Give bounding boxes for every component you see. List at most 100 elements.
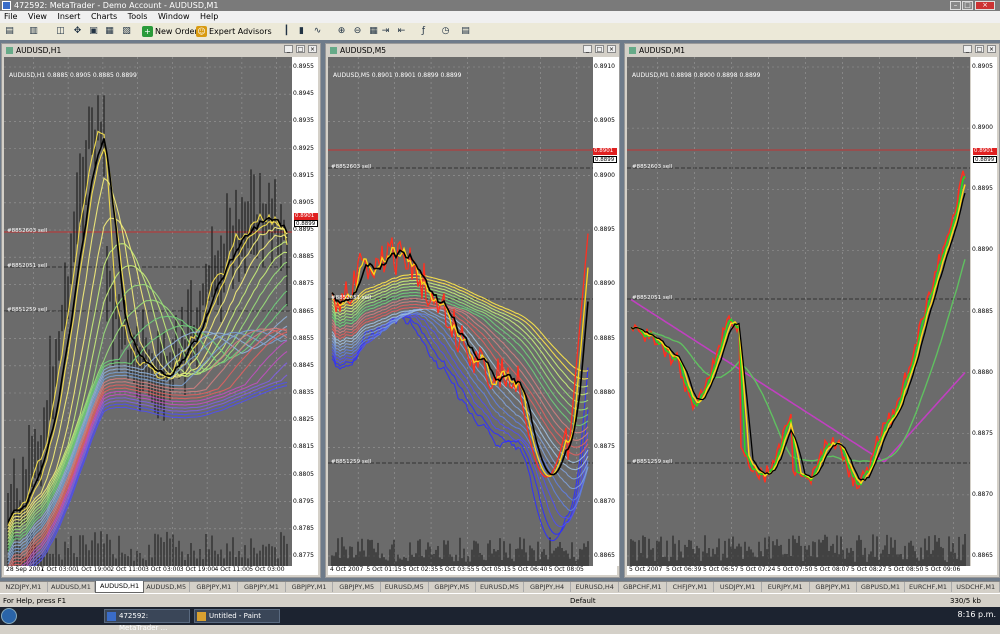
restore-button[interactable]: □ <box>296 45 305 53</box>
time-tick-label: 5 Oct 06:39 <box>666 566 702 573</box>
minimize-button[interactable]: _ <box>583 45 592 53</box>
moving-average-line <box>331 297 589 434</box>
chart-tab[interactable]: EURUSD,M5 <box>381 582 429 592</box>
close-button[interactable]: × <box>607 45 616 53</box>
auto-scroll-icon[interactable]: ⇥ <box>380 26 391 37</box>
restore-button[interactable]: □ <box>975 45 984 53</box>
navigator-icon[interactable]: ✥ <box>72 26 83 37</box>
bar-chart-icon[interactable]: ┃ <box>281 26 292 37</box>
chart-tab[interactable]: GBPJPY,M1 <box>238 582 286 592</box>
menu-file[interactable]: File <box>0 11 21 23</box>
ask-price-tag: 0.8901 <box>294 213 318 220</box>
chart-tab[interactable]: AUDUSD,M5 <box>143 582 191 592</box>
menu-insert[interactable]: Insert <box>53 11 84 23</box>
menu-tools[interactable]: Tools <box>124 11 152 23</box>
chart-window-audusd-m1[interactable]: AUDUSD,M1 _ □ × AUDUSD,M1 0.8898 0.8900 … <box>624 43 1000 578</box>
candlesticks-icon[interactable]: ▮ <box>296 26 307 37</box>
price-tick-label: 0.8945 <box>293 90 314 98</box>
menu-view[interactable]: View <box>24 11 51 23</box>
minimize-button[interactable]: _ <box>963 45 972 53</box>
zoom-out-icon[interactable]: ⊖ <box>352 26 363 37</box>
status-traffic: 330/5 kb <box>950 597 981 605</box>
periods-icon[interactable]: ◷ <box>440 26 451 37</box>
chart-tab[interactable]: USDJPY,M1 <box>714 582 762 592</box>
close-button[interactable]: × <box>987 45 996 53</box>
start-button[interactable] <box>1 608 17 624</box>
chart-icon <box>330 47 337 54</box>
chart-plot-area[interactable]: AUDUSD,M1 0.8898 0.8900 0.8898 0.8899 #8… <box>627 57 970 566</box>
chart-window-audusd-h1[interactable]: AUDUSD,H1 _ □ × AUDUSD,H1 0.8885 0.8905 … <box>1 43 321 578</box>
chart-plot-area[interactable]: AUDUSD,M5 0.8901 0.8901 0.8899 0.8899 #8… <box>328 57 593 566</box>
zoom-in-icon[interactable]: ⊕ <box>336 26 347 37</box>
order-label: #8852603 sell <box>331 164 372 170</box>
chart-tab[interactable]: CHFJPY,M1 <box>667 582 715 592</box>
price-tick-label: 0.8925 <box>293 144 314 152</box>
chart-tab[interactable]: GBPJPY,M1 <box>190 582 239 592</box>
new-order-button[interactable]: + New Order <box>142 25 198 38</box>
chart-tab[interactable]: EURUSD,H4 <box>571 582 620 592</box>
price-line <box>630 184 966 485</box>
order-label: #8852051 sell <box>331 295 372 301</box>
taskbar-metatrader[interactable]: 472592: MetaTrader ... <box>104 609 190 632</box>
chart-tab[interactable]: GBPUSD,M1 <box>857 582 905 592</box>
chart-tabs-bar: NZDJPY,M1 AUDUSD,M1 AUDUSD,H1 AUDUSD,M5 GBPJ… <box>0 581 1000 593</box>
minimize-button[interactable]: _ <box>284 45 293 53</box>
chart-tab[interactable]: EURJPY,M1 <box>762 582 810 592</box>
ohlc-readout: AUDUSD,H1 0.8885 0.8905 0.8885 0.8899 <box>9 72 137 79</box>
taskbar-paint[interactable]: Untitled - Paint <box>194 609 280 623</box>
price-tick-label: 0.8935 <box>293 117 314 125</box>
time-tick-label: 5 Oct 03:55 <box>439 566 475 573</box>
terminal-icon[interactable]: ▣ <box>88 26 99 37</box>
price-tick-label: 0.8870 <box>972 490 993 498</box>
menu-window[interactable]: Window <box>154 11 194 23</box>
chart-tab[interactable]: GBPJPY,M1 <box>286 582 334 592</box>
chart-tab[interactable]: AUDUSD,M1 <box>48 582 96 592</box>
chart-tab[interactable]: GBPJPY,H4 <box>524 582 572 592</box>
time-tick-label: 5 Oct 08:07 <box>814 566 850 573</box>
chart-tab[interactable]: EURUSD,M5 <box>476 582 524 592</box>
profiles-icon[interactable]: ▥ <box>28 26 39 37</box>
menu-help[interactable]: Help <box>196 11 222 23</box>
expert-advisors-button[interactable]: ☺ Expert Advisors <box>196 25 272 38</box>
new-chart-icon[interactable]: ▤ <box>4 26 15 37</box>
chart-tab[interactable]: AUDUSD,H1 <box>95 581 144 593</box>
tile-windows-icon[interactable]: ▦ <box>368 26 379 37</box>
chart-tab[interactable]: GBPJPY,M1 <box>810 582 858 592</box>
data-window-icon[interactable]: ▧ <box>121 26 132 37</box>
time-tick-label: 5 Oct 02:35 <box>402 566 439 573</box>
close-button[interactable]: × <box>975 1 995 10</box>
chart-shift-icon[interactable]: ⇤ <box>396 26 407 37</box>
ohlc-readout: AUDUSD,M1 0.8898 0.8900 0.8898 0.8899 <box>632 72 761 79</box>
market-watch-icon[interactable]: ◫ <box>55 26 66 37</box>
metatrader-app-icon <box>2 1 11 10</box>
price-tick-label: 0.8825 <box>293 416 314 424</box>
price-tick-label: 0.8890 <box>972 246 993 254</box>
close-button[interactable]: × <box>308 45 317 53</box>
price-tick-label: 0.8905 <box>594 117 615 125</box>
price-tick-label: 0.8880 <box>594 389 615 396</box>
time-tick-label: 3 Oct 03:00 <box>145 566 181 573</box>
chart-tab[interactable]: NZDJPY,M1 <box>0 582 48 592</box>
time-tick-label: 5 Oct 05:15 <box>475 566 511 573</box>
indicators-icon[interactable]: ƒ <box>418 26 429 37</box>
line-chart-icon[interactable]: ∿ <box>312 26 323 37</box>
restore-button[interactable]: □ <box>595 45 604 53</box>
chart-tab[interactable]: GBPCHF,M1 <box>619 582 667 592</box>
templates-icon[interactable]: ▤ <box>460 26 471 37</box>
chart-tab[interactable]: USDCHF,M1 <box>952 582 1000 592</box>
chart-window-audusd-m5[interactable]: AUDUSD,M5 _ □ × AUDUSD,M5 0.8901 0.8901 … <box>325 43 620 578</box>
menu-bar: File View Insert Charts Tools Window Hel… <box>0 11 1000 23</box>
maximize-button[interactable]: □ <box>962 1 973 10</box>
minimize-button[interactable]: – <box>950 1 961 10</box>
time-tick-label: 5 Oct 09:06 <box>925 566 961 573</box>
chart-tab[interactable]: GBPJPY,M5 <box>429 582 477 592</box>
price-tick-label: 0.8900 <box>972 124 993 132</box>
chart-plot-area[interactable]: AUDUSD,H1 0.8885 0.8905 0.8885 0.8899 #8… <box>4 57 292 566</box>
menu-charts[interactable]: Charts <box>87 11 121 23</box>
chart-tab[interactable]: GBPJPY,M5 <box>333 582 381 592</box>
slow-ma-line <box>630 298 966 462</box>
chart-tab[interactable]: EURCHF,M1 <box>905 582 953 592</box>
strategy-tester-icon[interactable]: ▦ <box>104 26 115 37</box>
price-tick-label: 0.8885 <box>293 253 314 261</box>
price-axis: 0.8905 0.8900 0.8895 0.8890 0.8885 0.8880 0.88… <box>971 57 997 566</box>
